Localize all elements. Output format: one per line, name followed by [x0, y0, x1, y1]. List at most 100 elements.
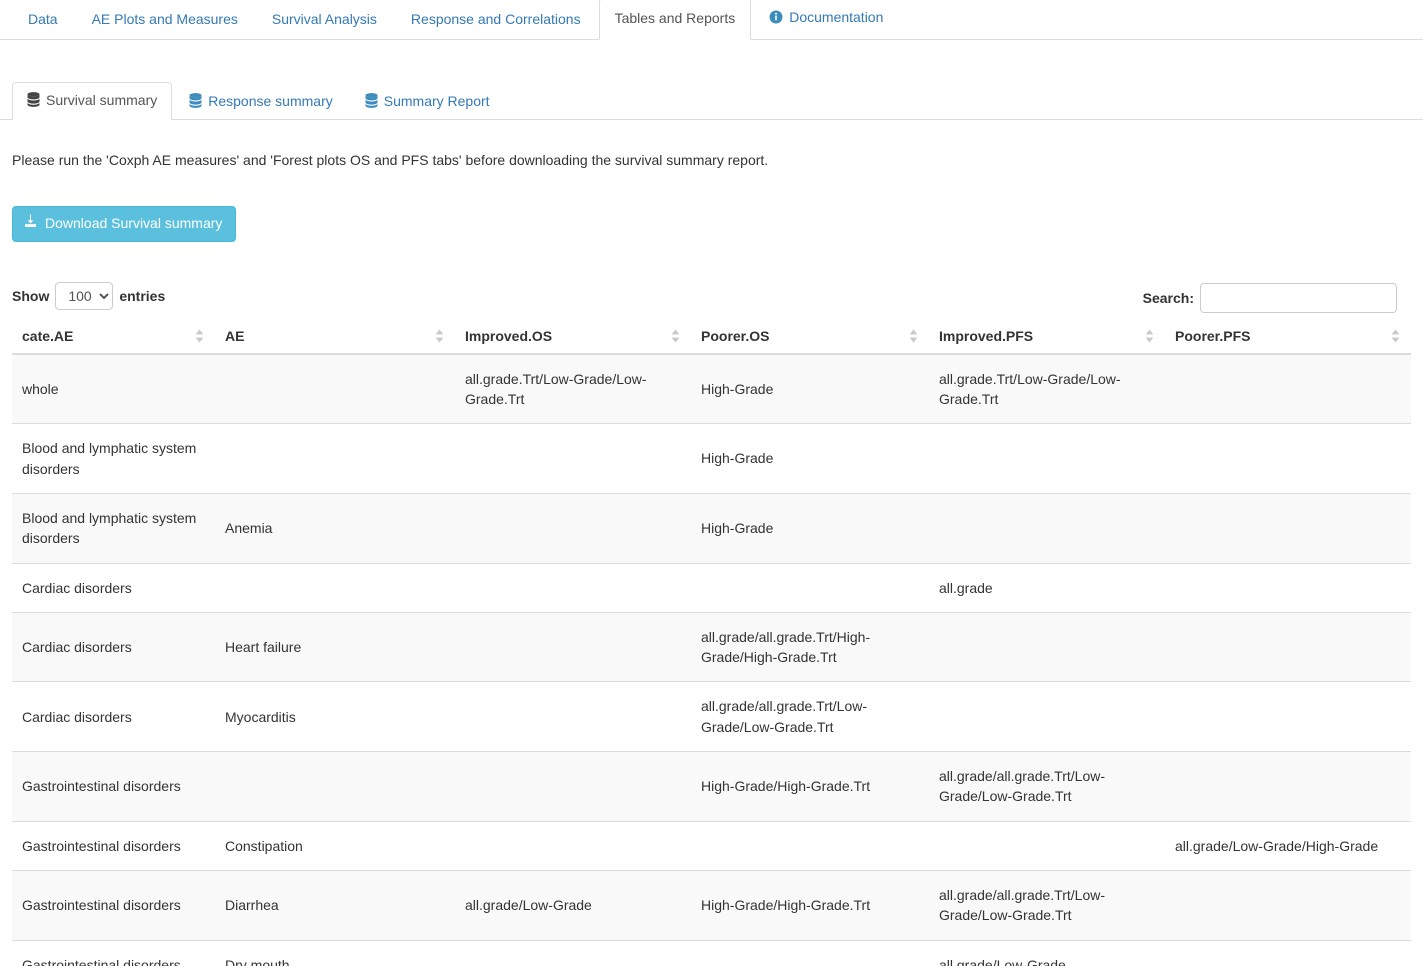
table-cell-poorer-os: High-Grade: [691, 354, 929, 424]
table-cell-ae: [215, 354, 455, 424]
sort-toggle-icon: [909, 329, 918, 343]
table-row[interactable]: Gastrointestinal disordersDiarrheaall.gr…: [12, 870, 1411, 940]
search-control: Search:: [1143, 283, 1397, 313]
instruction-note: Please run the 'Coxph AE measures' and '…: [12, 151, 1411, 171]
table-cell-poorer-os: High-Grade/High-Grade.Trt: [691, 870, 929, 940]
table-cell-improved-os: all.grade/Low-Grade: [455, 870, 691, 940]
table-cell-poorer-pfs: [1165, 424, 1411, 494]
entries-per-page-select[interactable]: 102550100: [55, 282, 113, 310]
table-cell-ae: Myocarditis: [215, 682, 455, 752]
column-header-label: Improved.PFS: [939, 328, 1033, 344]
table-cell-poorer-os: High-Grade: [691, 493, 929, 563]
table-cell-cate-ae: Cardiac disorders: [12, 682, 215, 752]
table-cell-cate-ae: Cardiac disorders: [12, 563, 215, 612]
table-cell-poorer-pfs: [1165, 563, 1411, 612]
table-row[interactable]: Gastrointestinal disorders High-Grade/Hig…: [12, 752, 1411, 822]
table-row[interactable]: Cardiac disordersHeart failure all.grade/…: [12, 612, 1411, 682]
table-header: cate.AE AEImproved.OS Poorer.OS Improved.PF…: [12, 320, 1411, 354]
main-tab-ae-plots-and-measures[interactable]: AE Plots and Measures: [76, 0, 254, 40]
main-tab-label: Documentation: [789, 9, 883, 25]
column-header-label: cate.AE: [22, 328, 73, 344]
download-survival-summary-button[interactable]: Download Survival summary: [12, 206, 236, 242]
info-circle-icon: [769, 10, 783, 30]
main-tab-label: AE Plots and Measures: [92, 11, 238, 27]
table-cell-improved-os: [455, 563, 691, 612]
table-row[interactable]: Cardiac disordersMyocarditis all.grade/al…: [12, 682, 1411, 752]
table-cell-improved-pfs: all.grade/all.grade.Trt/Low-Grade/Low-Gr…: [929, 752, 1165, 822]
table-cell-improved-pfs: [929, 493, 1165, 563]
table-cell-cate-ae: Gastrointestinal disorders: [12, 752, 215, 822]
column-header-cate-ae[interactable]: cate.AE: [12, 320, 215, 354]
table-cell-poorer-os: all.grade/all.grade.Trt/Low-Grade/Low-Gr…: [691, 682, 929, 752]
table-cell-poorer-pfs: [1165, 612, 1411, 682]
table-cell-poorer-os: [691, 563, 929, 612]
main-tab-label: Tables and Reports: [615, 10, 736, 26]
column-header-poorer-os[interactable]: Poorer.OS: [691, 320, 929, 354]
main-tab-survival-analysis[interactable]: Survival Analysis: [256, 0, 393, 40]
table-row[interactable]: Blood and lymphatic system disordersAnem…: [12, 493, 1411, 563]
column-header-label: Poorer.OS: [701, 328, 769, 344]
entries-label: entries: [119, 288, 165, 304]
table-cell-ae: Heart failure: [215, 612, 455, 682]
column-header-improved-os[interactable]: Improved.OS: [455, 320, 691, 354]
table-cell-cate-ae: Cardiac disorders: [12, 612, 215, 682]
column-header-poorer-pfs[interactable]: Poorer.PFS: [1165, 320, 1411, 354]
sub-tab-label: Response summary: [208, 93, 333, 109]
main-tab-bar: Data AE Plots and Measures Survival Analys…: [0, 0, 1423, 40]
datatable-controls: Show 102550100 entries Search:: [12, 274, 1411, 320]
table-cell-poorer-os: [691, 940, 929, 966]
column-header-ae[interactable]: AE: [215, 320, 455, 354]
sub-tab-label: Summary Report: [384, 93, 490, 109]
table-cell-improved-pfs: all.grade.Trt/Low-Grade/Low-Grade.Trt: [929, 354, 1165, 424]
search-input[interactable]: [1200, 283, 1397, 313]
table-cell-cate-ae: Blood and lymphatic system disorders: [12, 424, 215, 494]
sub-tab-survival-summary: Survival summary: [12, 82, 172, 120]
main-tab-response-and-correlations[interactable]: Response and Correlations: [395, 0, 597, 40]
table-cell-improved-pfs: [929, 821, 1165, 870]
table-row[interactable]: Gastrointestinal disordersDry mouthall.g…: [12, 940, 1411, 966]
table-cell-cate-ae: Blood and lymphatic system disorders: [12, 493, 215, 563]
table-cell-ae: Diarrhea: [215, 870, 455, 940]
sort-toggle-icon: [1145, 329, 1154, 343]
table-row[interactable]: Cardiac disordersall.grade: [12, 563, 1411, 612]
table-cell-improved-os: all.grade.Trt/Low-Grade/Low-Grade.Trt: [455, 354, 691, 424]
database-icon: [27, 92, 40, 110]
table-cell-poorer-os: all.grade/all.grade.Trt/High-Grade/High-…: [691, 612, 929, 682]
table-cell-poorer-pfs: [1165, 354, 1411, 424]
database-icon: [365, 93, 378, 111]
table-cell-cate-ae: whole: [12, 354, 215, 424]
sub-tab-bar: Survival summary Response summary Summary …: [0, 82, 1423, 120]
main-tab-label: Survival Analysis: [272, 11, 377, 27]
table-cell-poorer-pfs: [1165, 940, 1411, 966]
sub-tab-summary-report[interactable]: Summary Report: [350, 83, 505, 120]
table-header-row: cate.AE AEImproved.OS Poorer.OS Improved.PF…: [12, 320, 1411, 354]
search-label: Search:: [1143, 290, 1194, 306]
table-cell-ae: Dry mouth: [215, 940, 455, 966]
sort-toggle-icon: [195, 329, 204, 343]
table-cell-ae: [215, 752, 455, 822]
sort-toggle-icon: [435, 329, 444, 343]
main-tab-documentation[interactable]: Documentation: [753, 0, 899, 40]
main-tab-data[interactable]: Data: [12, 0, 74, 40]
main-tab-label: Data: [28, 11, 58, 27]
table-row[interactable]: Gastrointestinal disordersConstipational…: [12, 821, 1411, 870]
column-header-label: Poorer.PFS: [1175, 328, 1250, 344]
sub-tab-response-summary[interactable]: Response summary: [174, 83, 348, 120]
table-cell-improved-pfs: all.grade/all.grade.Trt/Low-Grade/Low-Gr…: [929, 870, 1165, 940]
table-cell-improved-os: [455, 940, 691, 966]
table-body: whole all.grade.Trt/Low-Grade/Low-Grade.T…: [12, 354, 1411, 966]
table-row[interactable]: whole all.grade.Trt/Low-Grade/Low-Grade.T…: [12, 354, 1411, 424]
table-row[interactable]: Blood and lymphatic system disordersHigh…: [12, 424, 1411, 494]
table-cell-poorer-pfs: [1165, 682, 1411, 752]
sort-toggle-icon: [1391, 329, 1400, 343]
survival-summary-table: cate.AE AEImproved.OS Poorer.OS Improved.PF…: [12, 320, 1411, 966]
table-cell-improved-os: [455, 424, 691, 494]
table-cell-poorer-pfs: [1165, 870, 1411, 940]
table-cell-ae: [215, 563, 455, 612]
table-cell-improved-pfs: [929, 682, 1165, 752]
column-header-improved-pfs[interactable]: Improved.PFS: [929, 320, 1165, 354]
table-cell-poorer-os: High-Grade/High-Grade.Trt: [691, 752, 929, 822]
table-cell-ae: Constipation: [215, 821, 455, 870]
tab-panel-survival-summary: Please run the 'Coxph AE measures' and '…: [0, 151, 1423, 966]
table-cell-poorer-pfs: [1165, 493, 1411, 563]
